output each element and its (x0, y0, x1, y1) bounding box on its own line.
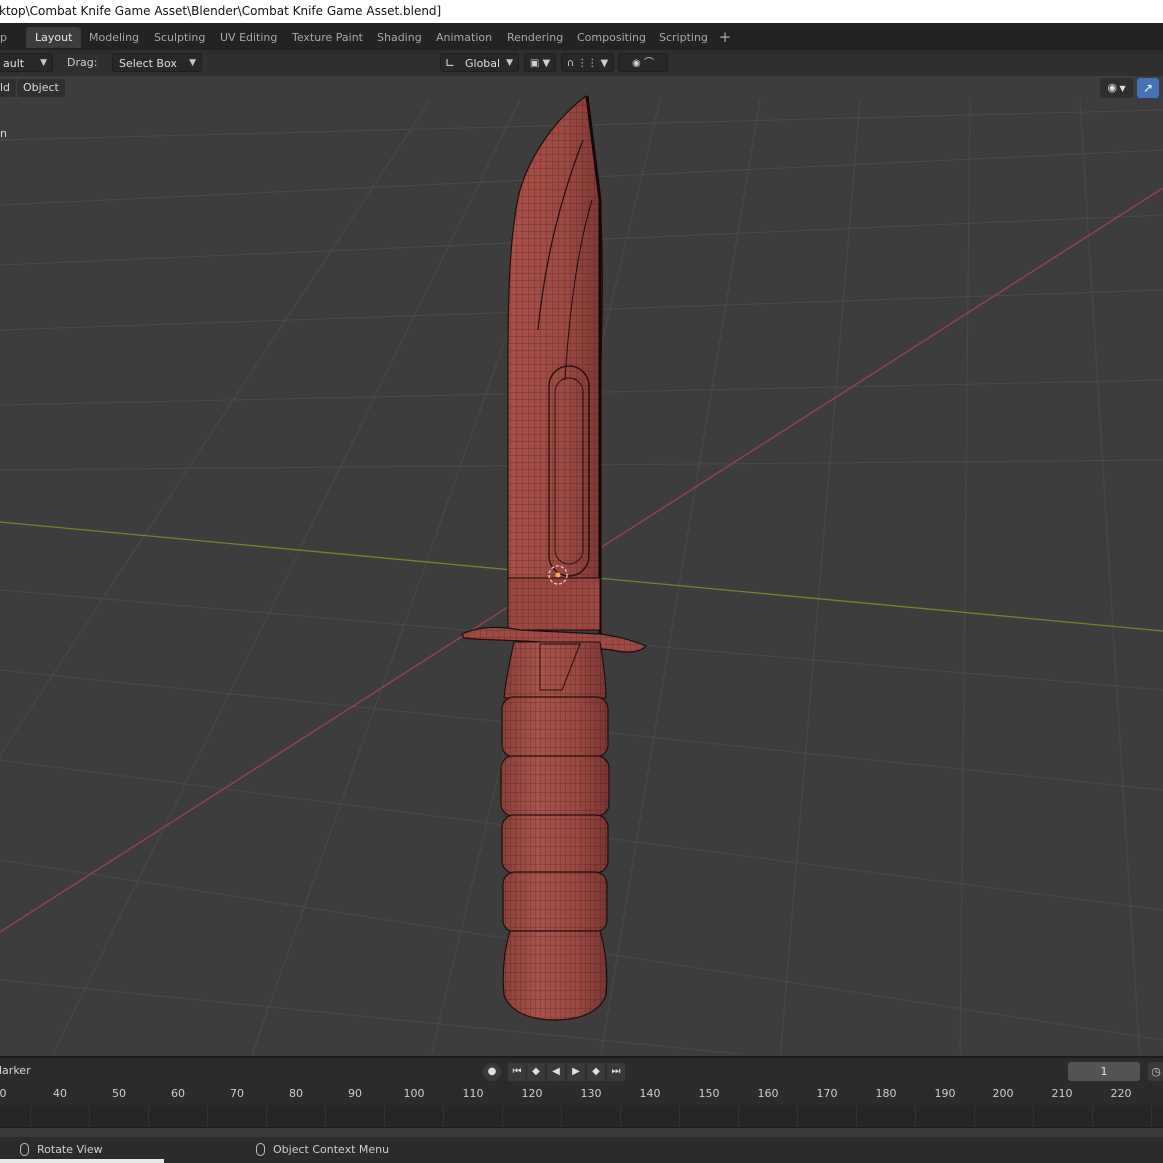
visibility-dropdown[interactable]: ◉ ▼ (1100, 78, 1133, 98)
workspace-stub[interactable]: p (0, 27, 7, 48)
proportional-edit-button[interactable]: ◉ ⌒ (618, 53, 668, 72)
mode-dropdown[interactable]: ault ▼ (0, 53, 53, 72)
timeline-marker-menu[interactable]: larker (0, 1064, 31, 1077)
gizmo-toggle-button[interactable]: ↗ (1137, 78, 1159, 98)
window-title-bar: ktop\Combat Knife Game Asset\Blender\Com… (0, 0, 1163, 23)
pivot-icon: ▣ ▼ (529, 58, 551, 69)
play-icon: ▶ (572, 1066, 580, 1077)
clock-icon[interactable]: ◷ (1148, 1062, 1163, 1081)
status-progress-strip (0, 1159, 164, 1163)
side-panel-stub: n (0, 127, 7, 140)
window-title: ktop\Combat Knife Game Asset\Blender\Com… (0, 4, 442, 18)
status-bar: Rotate View Object Context Menu (0, 1137, 1163, 1163)
status-context-menu: Object Context Menu (256, 1142, 389, 1158)
chevron-down-icon: ▼ (40, 58, 47, 68)
play-button[interactable]: ▶ (567, 1063, 585, 1081)
ruler-label: 90 (348, 1087, 362, 1100)
orientation-icon: ∟ (445, 56, 456, 70)
add-workspace-button[interactable]: + (716, 27, 734, 48)
timeline-track[interactable] (0, 1105, 1163, 1127)
eye-icon: ◉ (1107, 81, 1117, 94)
knife-mesh (461, 94, 648, 1021)
play-reverse-icon: ◀ (552, 1066, 560, 1077)
ruler-label: 150 (698, 1087, 720, 1100)
magnet-icon: ∩ ⋮⋮ ▼ (566, 58, 609, 69)
ruler-label: 0 (0, 1087, 7, 1100)
ruler-label: 140 (639, 1087, 661, 1100)
mode-value: ault (3, 57, 25, 70)
chevron-down-icon: ▼ (506, 58, 513, 68)
ruler-label: 60 (171, 1087, 185, 1100)
menu-object[interactable]: Object (17, 79, 65, 97)
ruler-label: 170 (816, 1087, 838, 1100)
status-rotate-view: Rotate View (20, 1142, 103, 1158)
ruler-label: 120 (521, 1087, 543, 1100)
ruler-label: 50 (112, 1087, 126, 1100)
tab-animation[interactable]: Animation (427, 27, 501, 48)
record-icon: ● (487, 1066, 497, 1077)
next-keyframe-icon: ◆ (592, 1066, 600, 1077)
ruler-label: 40 (53, 1087, 67, 1100)
current-frame-field[interactable]: 1 (1068, 1062, 1140, 1081)
ruler-label: 190 (934, 1087, 956, 1100)
prev-keyframe-icon: ◆ (532, 1066, 540, 1077)
tool-header: ault ▼ Drag: Select Box ▼ ∟ Global ▼ ▣ ▼… (0, 50, 1163, 76)
mouse-middle-icon (20, 1142, 29, 1156)
ruler-label: 180 (875, 1087, 897, 1100)
mouse-right-icon (256, 1142, 265, 1156)
workspace-tabs-bar: p Layout Modeling Sculpting UV Editing T… (0, 23, 1163, 50)
tab-shading[interactable]: Shading (368, 27, 431, 48)
gizmo-icon: ↗ (1142, 81, 1154, 95)
ruler-label: 200 (992, 1087, 1014, 1100)
jump-start-icon: ⏮ (512, 1066, 522, 1077)
timeline-ruler[interactable]: 0 40 50 60 70 80 90 100 110 120 130 140 … (0, 1083, 1163, 1105)
jump-end-icon: ⏭ (611, 1066, 621, 1077)
ruler-label: 110 (462, 1087, 484, 1100)
transform-orientation-dropdown[interactable]: ∟ Global ▼ (440, 53, 519, 72)
play-reverse-button[interactable]: ◀ (547, 1063, 565, 1081)
tab-modeling[interactable]: Modeling (80, 27, 148, 48)
knife-handle (500, 696, 610, 1021)
ruler-label: 80 (289, 1087, 303, 1100)
pivot-point-button[interactable]: ▣ ▼ (524, 53, 556, 72)
prev-keyframe-button[interactable]: ◆ (527, 1063, 545, 1081)
record-button[interactable]: ● (483, 1063, 501, 1081)
proportional-edit-icon: ◉ ⌒ (632, 58, 654, 69)
ruler-label: 100 (403, 1087, 425, 1100)
tab-uv-editing[interactable]: UV Editing (211, 27, 286, 48)
chevron-down-icon: ▼ (189, 58, 196, 68)
tab-scripting[interactable]: Scripting (650, 27, 717, 48)
tab-layout[interactable]: Layout (26, 27, 82, 48)
drag-label: Drag: (67, 56, 98, 69)
next-keyframe-button[interactable]: ◆ (587, 1063, 605, 1081)
ruler-label: 160 (757, 1087, 779, 1100)
jump-end-button[interactable]: ⏭ (607, 1063, 625, 1081)
tab-texture-paint[interactable]: Texture Paint (283, 27, 372, 48)
orientation-value: Global (465, 57, 501, 70)
tab-compositing[interactable]: Compositing (568, 27, 655, 48)
tab-sculpting[interactable]: Sculpting (145, 27, 214, 48)
3d-viewport[interactable] (0, 76, 1163, 1054)
tab-rendering[interactable]: Rendering (498, 27, 572, 48)
drag-dropdown[interactable]: Select Box ▼ (112, 53, 202, 72)
timeline-header: larker ● ⏮ ◆ ◀ ▶ ◆ ⏭ 1 ◷ (0, 1056, 1163, 1085)
ruler-label: 220 (1110, 1087, 1132, 1100)
ruler-label: 70 (230, 1087, 244, 1100)
menu-world-stub[interactable]: ld (0, 79, 17, 97)
snap-toggle-button[interactable]: ∩ ⋮⋮ ▼ (561, 53, 614, 72)
chevron-down-icon: ▼ (1116, 84, 1126, 93)
jump-start-button[interactable]: ⏮ (508, 1063, 526, 1081)
status-rotate-label: Rotate View (37, 1143, 103, 1156)
ruler-label: 210 (1051, 1087, 1073, 1100)
status-context-label: Object Context Menu (273, 1143, 390, 1156)
drag-value: Select Box (119, 57, 177, 70)
ruler-label: 130 (580, 1087, 602, 1100)
